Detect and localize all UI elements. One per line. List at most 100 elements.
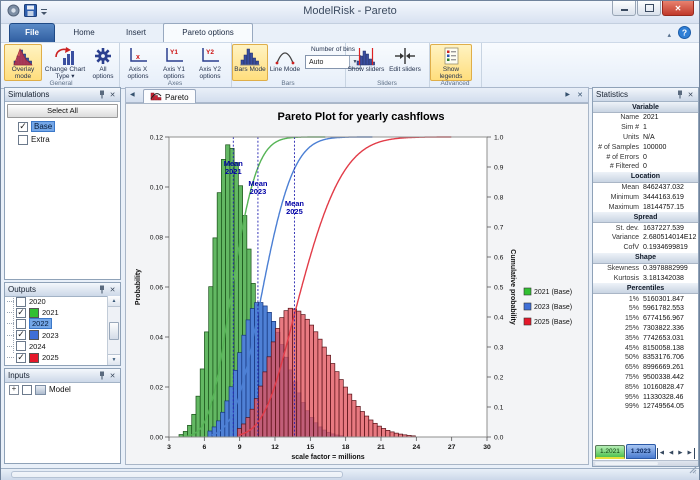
checkbox[interactable] [22,384,32,395]
stats-tab-1.2021[interactable]: 1.2021 [595,445,625,459]
show-legends-button[interactable]: Show legends [430,44,472,81]
checkbox[interactable] [16,341,26,352]
status-bar [1,466,699,480]
stats-label: Maximum [608,203,639,211]
checkbox[interactable]: ✓ [16,352,26,363]
axis-y2-options-button[interactable]: Y2 Axis Y2 options [192,44,228,81]
tab-insert[interactable]: Insert [111,23,161,42]
show-sliders-button[interactable]: Show sliders [346,44,386,81]
bars-mode-button[interactable]: Bars Mode [232,44,268,81]
stats-value: 1 [643,124,647,132]
checkbox[interactable] [16,318,26,329]
expand-icon[interactable]: + [9,384,19,395]
output-item-2022[interactable]: 2022 [5,318,108,330]
stats-row: 95% 11330328.46 [593,392,698,402]
svg-text:30: 30 [483,444,491,451]
edit-sliders-button[interactable]: Edit sliders [386,44,424,81]
output-item-2021[interactable]: ✓ 2021 [5,307,108,318]
scrollbar-thumb[interactable] [109,322,119,340]
checkbox[interactable] [18,134,28,145]
vcr-prev-icon[interactable]: ◀ [667,448,675,459]
input-item-model[interactable]: + Model [5,383,120,396]
minimize-button[interactable] [612,1,636,16]
stats-label: Kurtosis [613,274,639,282]
statistics-hscroll[interactable] [593,460,698,466]
vcr-next-icon[interactable]: ▶ [676,448,684,459]
inputs-list: + Model [5,383,120,396]
checkbox[interactable]: ✓ [16,330,26,341]
chart-next-icon[interactable]: ▶ [565,91,570,98]
stats-value: 12749564.05 [643,403,684,411]
scroll-up-icon[interactable]: ▲ [108,296,120,307]
change-chart-type-button[interactable]: Change Chart Type ▾ [42,44,88,81]
close-icon[interactable]: ✕ [108,371,117,380]
title-bar: ModelRisk - Pareto ✕ [1,1,699,24]
stats-value: 5961782.553 [643,305,684,313]
close-icon[interactable]: ✕ [108,285,117,294]
checkbox[interactable] [16,296,26,307]
scroll-down-icon[interactable]: ▼ [108,354,120,365]
chart-tab-pareto[interactable]: Pareto [143,89,196,104]
simulation-label: Base [31,121,56,132]
close-icon[interactable]: ✕ [686,90,695,99]
stats-row: Units N/A [593,133,698,143]
axis-x-options-button[interactable]: x Axis X options [120,44,156,81]
ribbon-button-label: Axis X options [127,66,149,81]
model-icon [35,384,46,395]
axis-y1-options-button[interactable]: Y1 Axis Y1 options [156,44,192,81]
close-button[interactable]: ✕ [662,1,694,16]
ribbon-group-sliders: Show sliders Edit sliders Sliders [345,43,430,88]
chart-canvas[interactable]: Pareto Plot for yearly cashflows Mean 2021… [125,103,589,465]
stats-label: 85% [624,383,639,391]
output-item-2025[interactable]: ✓ 2025 [5,352,108,363]
checkbox[interactable]: ✓ [18,121,28,132]
stats-row: 85% 10160828.47 [593,382,698,392]
vcr-first-icon[interactable]: ◀ [656,448,666,459]
chevron-up-icon[interactable]: ▴ [667,31,671,39]
stats-tab-1.2023[interactable]: 1.2023 [625,444,656,459]
output-item-2024[interactable]: 2024 [5,341,108,352]
output-item-2023[interactable]: ✓ 2023 [5,330,108,341]
stats-value: 100000 [643,143,667,151]
stats-value: 5160301.847 [643,295,684,303]
close-icon[interactable]: ✕ [108,90,117,99]
checkbox[interactable]: ✓ [16,307,26,318]
chart-prev-icon[interactable]: ◀ [130,91,135,98]
resize-grip[interactable] [689,461,697,479]
select-all-button[interactable]: Select All [7,104,118,118]
all-options-button[interactable]: All options [88,44,118,81]
maximize-button[interactable] [637,1,661,16]
stats-value: 7303822.336 [643,324,684,332]
stats-row: CofV 0.1934699819 [593,243,698,253]
line-mode-button[interactable]: Line Mode [268,44,302,81]
output-item-2020[interactable]: 2020 [5,296,108,307]
change-chart-type-icon [54,46,76,66]
tab-home[interactable]: Home [59,23,109,42]
ribbon-group-caption: Advanced [440,80,470,87]
stats-value: N/A [643,133,655,141]
overlay-mode-button[interactable]: Overlay mode [4,44,42,81]
stats-value: 8150058.138 [643,344,684,352]
stats-label: 25% [624,324,639,332]
stats-value: 2021 [643,114,659,122]
tab-file[interactable]: File [9,23,55,43]
chart-close-icon[interactable]: ✕ [577,91,583,99]
ribbon-group-caption: Axes [167,80,183,87]
pin-icon[interactable] [97,371,106,380]
svg-text:1.0: 1.0 [494,134,504,141]
tab-pareto-options[interactable]: Pareto options [163,23,253,43]
statistics-panel: Statistics ✕ Variable Name 2021 Sim #1 Units… [592,87,699,467]
stats-row: 35% 7742653.031 [593,333,698,343]
statistics-table: Variable Name 2021 Sim #1 Units N/A # of Sampl… [593,102,698,412]
pin-icon[interactable] [97,90,106,99]
pin-icon[interactable] [675,90,684,99]
vcr-last-icon[interactable]: ▶ [685,448,695,459]
stats-label: 50% [624,354,639,362]
simulation-item-extra[interactable]: Extra [5,133,120,146]
svg-text:18: 18 [342,444,350,451]
svg-text:15: 15 [307,444,315,451]
simulation-item-base[interactable]: ✓ Base [5,120,120,133]
svg-text:Mean2023: Mean 2023 [248,179,268,196]
pin-icon[interactable] [97,285,106,294]
outputs-scrollbar[interactable]: ▲ ▼ [107,296,120,365]
